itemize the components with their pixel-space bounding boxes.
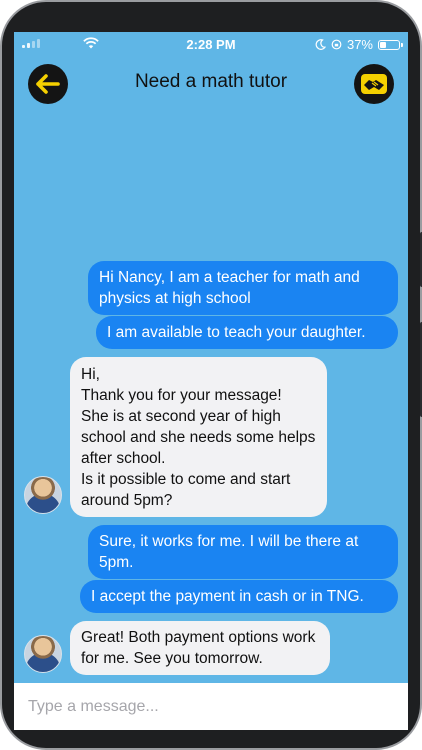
contact-avatar[interactable]: [24, 476, 62, 514]
contact-avatar[interactable]: [24, 635, 62, 673]
back-arrow-icon: [36, 74, 60, 94]
message-input[interactable]: [26, 691, 400, 723]
battery-icon: [378, 39, 403, 50]
chat-screen: 2:28 PM 37% Need a math tutor Hi Nancy, …: [14, 32, 408, 730]
chat-header: Need a math tutor: [14, 62, 408, 106]
message-bubble-outgoing[interactable]: Sure, it works for me. I will be there a…: [88, 525, 398, 579]
message-bubble-incoming[interactable]: Hi, Thank you for your message! She is a…: [70, 357, 327, 517]
message-bubble-outgoing[interactable]: I am available to teach your daughter.: [96, 316, 398, 349]
status-bar: 2:28 PM 37%: [14, 32, 408, 56]
battery-percent: 37%: [346, 37, 373, 52]
phone-frame: 2:28 PM 37% Need a math tutor Hi Nancy, …: [0, 0, 422, 750]
message-bubble-outgoing[interactable]: Hi Nancy, I am a teacher for math and ph…: [88, 261, 398, 315]
back-button[interactable]: [28, 64, 68, 104]
handshake-icon: [361, 74, 387, 94]
lock-rotation-icon: [331, 39, 342, 50]
message-bubble-incoming[interactable]: Great! Both payment options work for me.…: [70, 621, 330, 675]
chat-title: Need a math tutor: [134, 71, 288, 92]
status-right: 37%: [315, 37, 403, 52]
battery-level-fill: [380, 41, 386, 48]
deal-button[interactable]: [354, 64, 394, 104]
message-composer: [14, 683, 408, 730]
moon-icon: [315, 39, 326, 50]
message-bubble-outgoing[interactable]: I accept the payment in cash or in TNG.: [80, 580, 398, 613]
